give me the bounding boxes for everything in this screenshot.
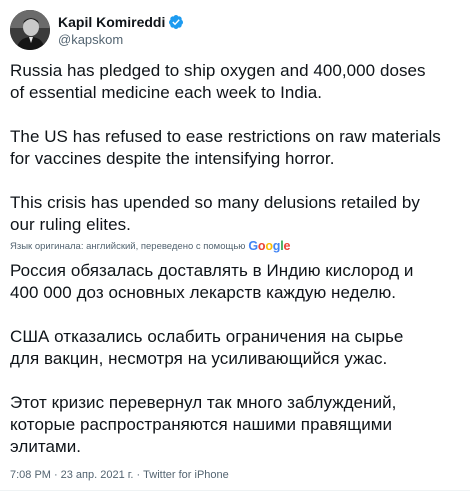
translated-paragraph-3: Этот кризис перевернул так много заблужд… bbox=[10, 393, 397, 456]
tweet-client[interactable]: Twitter for iPhone bbox=[143, 469, 229, 481]
google-logo[interactable]: Google bbox=[248, 239, 290, 253]
translated-paragraph-1: Россия обязалась доставлять в Индию кисл… bbox=[10, 261, 414, 302]
tweet-text-paragraph-1: Russia has pledged to ship oxygen and 40… bbox=[10, 61, 426, 102]
translation-label: Язык оригинала: английский, переведено с… bbox=[10, 240, 246, 252]
author-display-name[interactable]: Kapil Komireddi bbox=[58, 13, 165, 31]
tweet-metadata: 7:08 PM · 23 апр. 2021 г. · Twitter for iPho… bbox=[10, 467, 229, 483]
divider bbox=[0, 490, 470, 491]
tweet-text-paragraph-2: The US has refused to ease restrictions … bbox=[10, 127, 441, 168]
translated-paragraph-2: США отказались ослабить ограничения на с… bbox=[10, 327, 404, 368]
tweet-card: Kapil Komireddi @kapskom Russia has pled… bbox=[0, 0, 470, 494]
translation-attribution: Язык оригинала: английский, переведено с… bbox=[10, 238, 290, 254]
tweet-date[interactable]: 23 апр. 2021 г. bbox=[61, 469, 134, 481]
separator-dot: · bbox=[136, 469, 141, 481]
separator-dot: · bbox=[53, 469, 58, 481]
author-name-row: Kapil Komireddi bbox=[58, 13, 184, 31]
author-avatar[interactable] bbox=[10, 10, 50, 50]
author-handle[interactable]: @kapskom bbox=[58, 31, 184, 48]
author-names: Kapil Komireddi @kapskom bbox=[58, 13, 184, 48]
verified-badge-icon bbox=[168, 14, 184, 30]
avatar-image-icon bbox=[10, 10, 50, 50]
tweet-time[interactable]: 7:08 PM bbox=[10, 469, 51, 481]
tweet-text-paragraph-3: This crisis has upended so many delusion… bbox=[10, 193, 420, 234]
tweet-header: Kapil Komireddi @kapskom bbox=[10, 10, 184, 50]
